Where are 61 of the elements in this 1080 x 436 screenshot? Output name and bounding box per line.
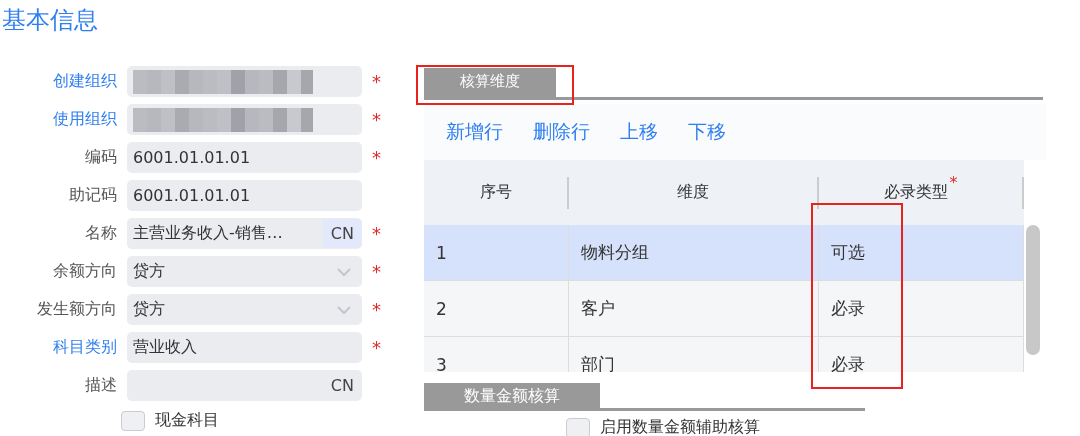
toolbar-link[interactable]: 上移 (620, 119, 658, 145)
checkbox-label: 现金科目 (155, 410, 219, 431)
required-mark: * (372, 71, 381, 92)
input-field[interactable]: 贷方 (127, 256, 362, 287)
field-label[interactable]: 科目类别 (0, 337, 117, 358)
table-cell: 2 (436, 298, 447, 319)
field-value: 主营业务收入-销售… (133, 223, 284, 244)
field-label[interactable]: 创建组织 (0, 71, 117, 92)
toolbar-link[interactable]: 删除行 (533, 119, 590, 145)
chevron-down-icon[interactable] (336, 266, 352, 277)
column-header: 序号 (479, 182, 512, 203)
required-mark: * (372, 299, 381, 320)
input-field[interactable]: 贷方 (127, 294, 362, 325)
field-value: 6001.01.01.01 (133, 186, 252, 205)
table-cell: 1 (436, 242, 447, 263)
table-cell: 必录 (831, 353, 865, 372)
table-row[interactable]: 1 物料分组 可选 (424, 225, 1024, 281)
checkbox-label: 启用数量金额辅助核算 (600, 417, 760, 436)
required-mark: * (372, 223, 381, 244)
field-value: 贷方 (133, 261, 166, 282)
scrollbar[interactable] (1026, 225, 1040, 355)
table-cell: 部门 (581, 353, 615, 372)
field-label: 描述 (84, 375, 117, 396)
input-field[interactable]: 6001.01.01.01 (127, 142, 362, 173)
field-label: 发生额方向 (36, 299, 117, 320)
input-field[interactable]: 主营业务收入-销售… CN (127, 218, 362, 249)
required-mark: * (372, 337, 381, 358)
column-header: 维度 (677, 182, 709, 203)
table-row[interactable]: 2 客户 必录 (424, 281, 1024, 337)
table-cell: 必录 (831, 297, 865, 320)
field-label: 余额方向 (52, 261, 117, 282)
chevron-down-icon[interactable] (336, 304, 352, 315)
table-row[interactable]: 3 部门 必录 (424, 337, 1024, 372)
input-field[interactable] (127, 66, 362, 97)
input-field[interactable]: 6001.01.01.01 (127, 180, 362, 211)
table-cell: 可选 (831, 241, 865, 264)
field-value: 贷方 (133, 299, 166, 320)
section-title: 基本信息 (2, 5, 99, 36)
input-field[interactable]: 营业收入 (127, 332, 362, 363)
required-mark: * (372, 261, 381, 282)
field-label: 编码 (84, 147, 117, 168)
table-cell: 客户 (581, 297, 615, 320)
toolbar-link[interactable]: 下移 (688, 119, 726, 145)
field-label: 名称 (84, 223, 117, 244)
input-field[interactable] (127, 104, 362, 135)
required-mark: * (372, 147, 381, 168)
required-mark: * (372, 109, 381, 130)
language-button[interactable]: CN (322, 371, 362, 400)
table-cell: 3 (436, 354, 447, 372)
language-button[interactable]: CN (322, 219, 362, 248)
required-mark: * (949, 172, 958, 192)
input-field[interactable]: CN (127, 370, 362, 401)
field-value: 营业收入 (133, 337, 198, 358)
field-label[interactable]: 使用组织 (0, 109, 117, 130)
toolbar-link[interactable]: 新增行 (446, 119, 503, 145)
table-cell: 物料分组 (581, 241, 649, 264)
column-header: 必录类型 (883, 182, 948, 203)
field-label: 助记码 (68, 185, 117, 206)
checkbox[interactable] (566, 417, 590, 436)
field-value: 6001.01.01.01 (133, 148, 252, 167)
checkbox[interactable] (121, 410, 145, 431)
